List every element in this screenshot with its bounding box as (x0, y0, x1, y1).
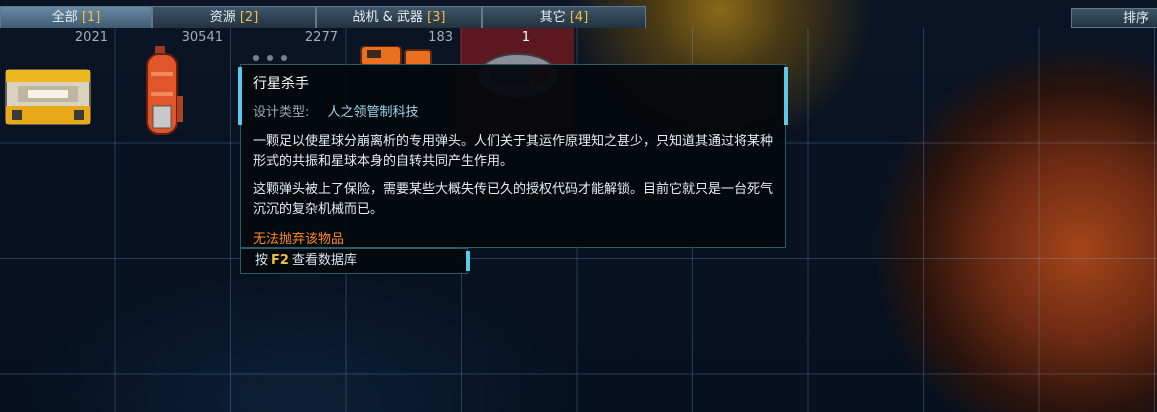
database-hint: 按 F2 查看数据库 (240, 248, 470, 274)
item-description: 一颗足以使星球分崩离析的专用弹头。人们关于其运作原理知之甚少，只知道其通过将某种… (253, 134, 774, 169)
item-description-extra: 这颗弹头被上了保险，需要某些大概失传已久的授权代码才能解锁。目前它就只是一台死气… (253, 182, 774, 217)
design-type: 设计类型: 人之领管制科技 (253, 101, 773, 120)
item-tooltip: 行星杀手 设计类型: 人之领管制科技 一颗足以使星球分崩离析的专用弹头。人们关于… (238, 64, 788, 248)
category-tabs: 全部 [1] 资源 [2] 战机 & 武器 [3] 其它 [4] 排序 (0, 0, 1157, 28)
item-count: 1 (521, 30, 530, 45)
tab-hotkey: [1] (81, 10, 101, 25)
tab-hotkey: [3] (427, 10, 446, 25)
tab-other[interactable]: 其它 [4] (482, 6, 646, 28)
item-count: 2021 (74, 30, 108, 45)
tab-label: 其它 (539, 10, 566, 25)
design-type-value: 人之领管制科技 (327, 105, 419, 120)
cannot-discard-warning: 无法抛弃该物品 (253, 232, 345, 247)
item-count: 30541 (181, 30, 223, 45)
fuel-canister-icon (146, 46, 183, 135)
tab-label: 资源 (209, 10, 236, 25)
inventory-slot[interactable]: 2021 (0, 28, 114, 142)
item-count: 183 (428, 30, 453, 45)
sort-button[interactable]: 排序 (1071, 8, 1157, 28)
cargo-crate-icon (5, 69, 91, 125)
hint-hotkey: F2 (271, 253, 289, 268)
hint-prefix: 按 (255, 253, 269, 268)
hint-suffix: 查看数据库 (291, 253, 357, 268)
tab-all[interactable]: 全部 [1] (0, 6, 152, 28)
tab-hotkey: [2] (239, 10, 259, 25)
item-name: 行星杀手 (253, 76, 309, 92)
tab-label: 战机 & 武器 (352, 10, 423, 25)
tab-hotkey: [4] (569, 10, 589, 25)
tab-ships-weapons[interactable]: 战机 & 武器 [3] (316, 6, 482, 28)
item-count: 2277 (304, 30, 338, 45)
inventory-slot[interactable]: 30541 (115, 28, 229, 142)
design-type-label: 设计类型: (253, 105, 310, 120)
tab-resources[interactable]: 资源 [2] (152, 6, 316, 28)
tab-label: 全部 (51, 10, 78, 25)
